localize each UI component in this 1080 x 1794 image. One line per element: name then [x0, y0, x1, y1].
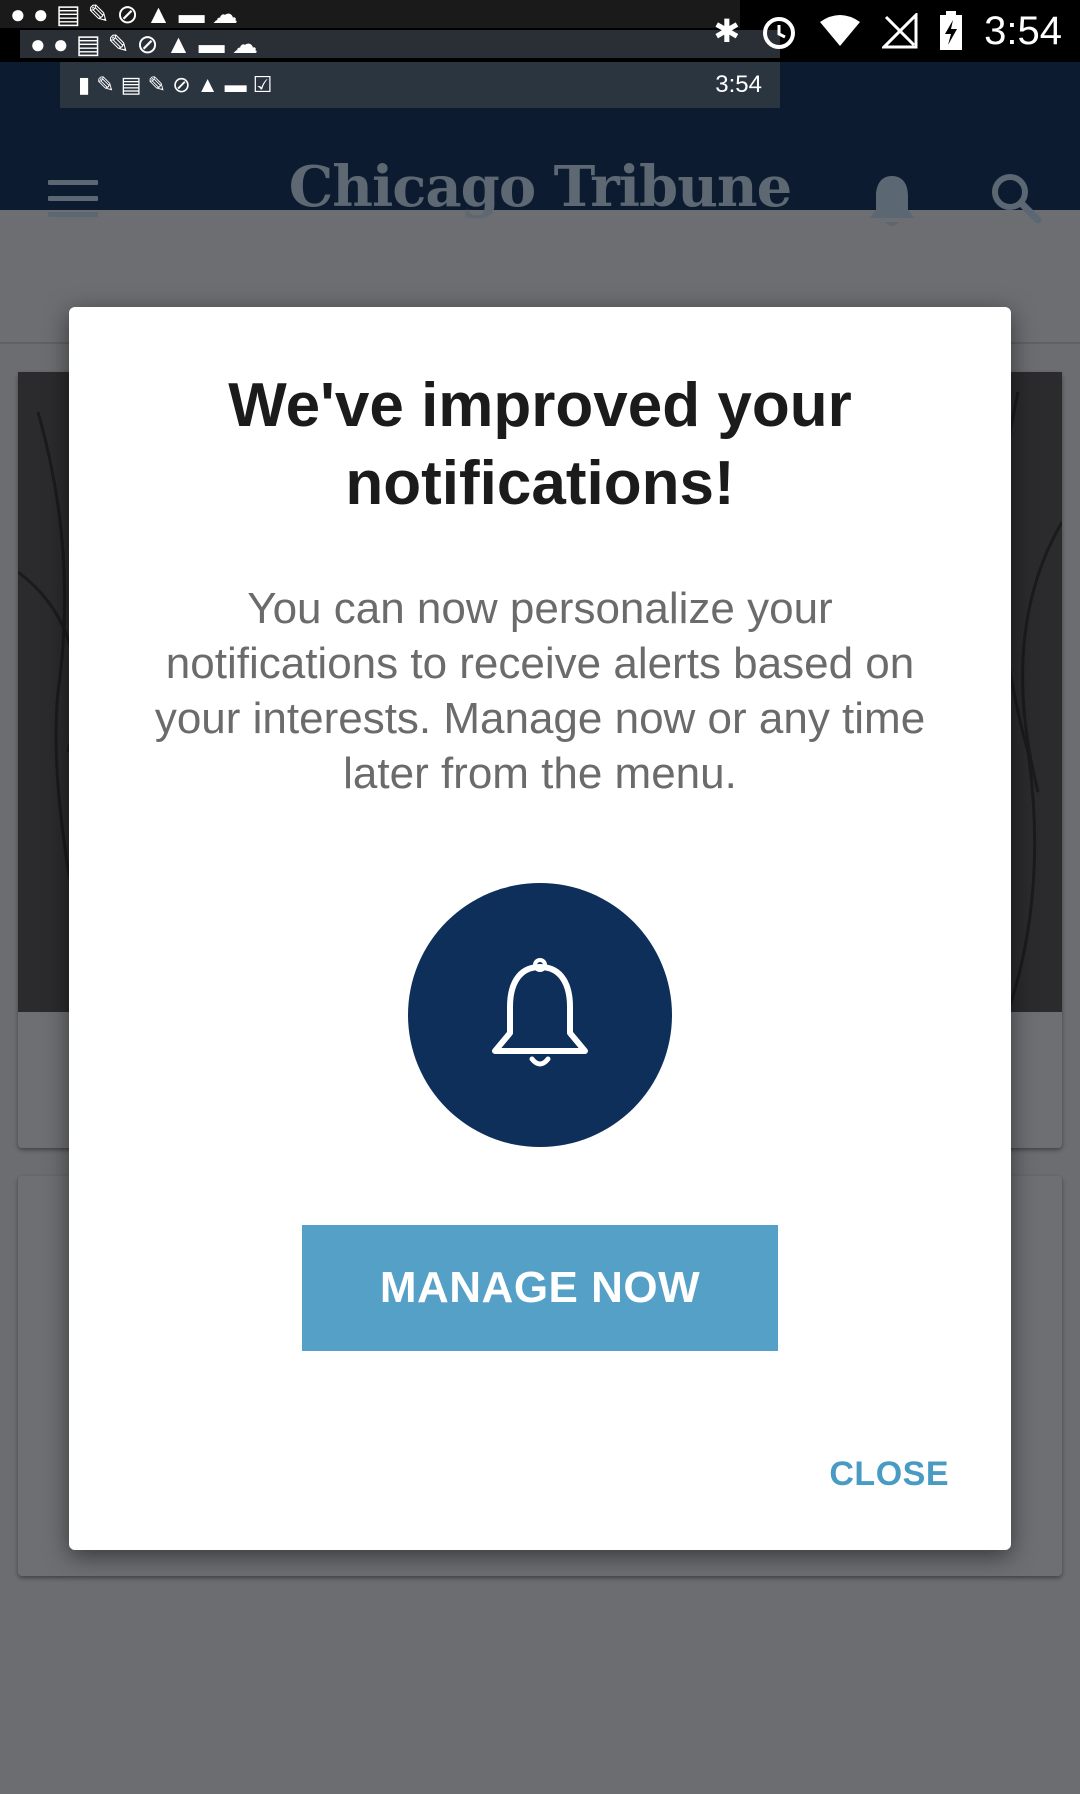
menu-icon[interactable]	[48, 180, 98, 220]
battery-charging-icon	[940, 11, 963, 50]
alarm-icon	[763, 17, 796, 49]
ghost-status-time: 3:54	[715, 71, 762, 98]
notification-icons-row: ▮ ✎ ▤ ✎ ⊘ ▲ ▬ ☑ 3:54	[60, 62, 780, 108]
brand-logo: Chicago Tribune	[288, 154, 793, 220]
notification-icons-row: ● ● ▤ ✎ ⊘ ▲ ▬ ☁	[20, 29, 780, 59]
notification-icons-row: ● ● ▤ ✎ ⊘ ▲ ▬ ☁	[0, 0, 740, 29]
search-icon[interactable]	[990, 172, 1042, 224]
bluetooth-icon: ✱	[713, 13, 741, 49]
bell-badge	[408, 883, 672, 1147]
manage-now-button[interactable]: MANAGE NOW	[302, 1225, 778, 1351]
status-time: 3:54	[984, 8, 1062, 53]
dialog-message: You can now personalize your notificatio…	[154, 584, 926, 798]
status-bar: ● ● ▤ ✎ ⊘ ▲ ▬ ☁ ● ● ▤ ✎ ⊘ ▲ ▬ ☁ ✱ 3:54	[0, 0, 1080, 62]
close-button[interactable]: CLOSE	[829, 1455, 949, 1494]
wifi-icon	[820, 15, 861, 46]
notification-dialog: We've improved your notifications! You c…	[69, 307, 1011, 1550]
bell-icon	[492, 958, 588, 1067]
bell-icon[interactable]	[866, 172, 918, 230]
dialog-title: We've improved your notifications!	[228, 371, 852, 518]
no-signal-icon	[882, 13, 918, 49]
